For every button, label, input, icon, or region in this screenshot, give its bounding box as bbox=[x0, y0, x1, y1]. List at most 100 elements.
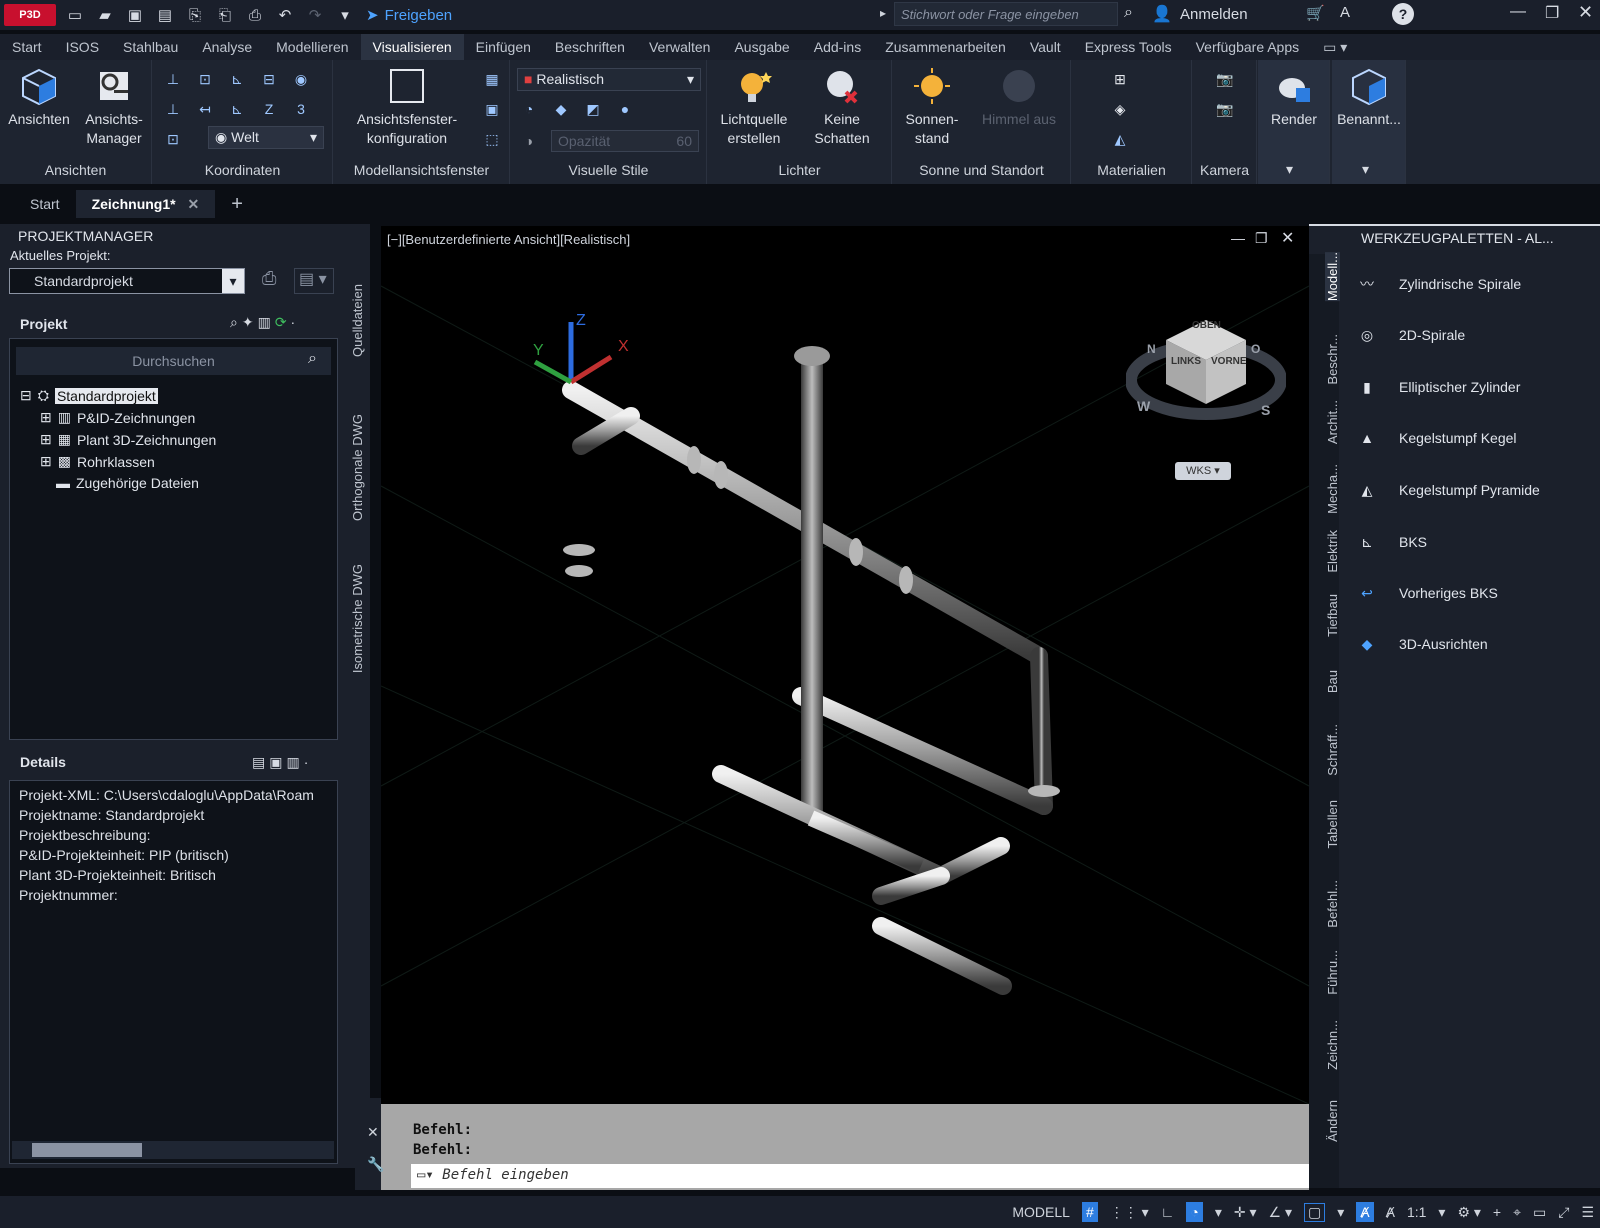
tab-express-tools[interactable]: Express Tools bbox=[1073, 34, 1184, 60]
create-light-button[interactable]: Lichtquelle erstellen bbox=[712, 66, 796, 148]
chevron-down-icon[interactable]: ▾ bbox=[222, 269, 244, 293]
palette-item-ucs[interactable]: ⊾ BKS bbox=[1349, 524, 1427, 560]
ribbon-toggle-icon[interactable]: ▭ ▾ bbox=[1311, 34, 1359, 60]
wcs-menu[interactable]: WKS ▾ bbox=[1175, 462, 1231, 480]
viewport-named-icon[interactable]: ▦ bbox=[480, 68, 504, 90]
help-icon[interactable]: ? bbox=[1392, 3, 1414, 25]
quick-properties-icon[interactable]: ▭ bbox=[1533, 1204, 1546, 1221]
snap-icon[interactable]: ⋮⋮ ▾ bbox=[1110, 1204, 1149, 1221]
refresh-icon[interactable]: ⟳ bbox=[275, 314, 287, 331]
ucs-origin-icon[interactable]: ⊡ bbox=[193, 68, 217, 90]
menu-icon[interactable]: ☰ bbox=[1581, 1204, 1594, 1221]
palette-item-cylindrical-spiral[interactable]: 〰 Zylindrische Spirale bbox=[1349, 266, 1521, 302]
palette-tab-befehl[interactable]: Befehl... bbox=[1325, 880, 1340, 928]
ucs-y-icon[interactable]: ⊾ bbox=[225, 98, 249, 120]
ucs-object-icon[interactable]: ⊡ bbox=[161, 128, 185, 150]
palette-tab-tabellen[interactable]: Tabellen bbox=[1325, 800, 1340, 848]
wrench-icon[interactable]: 🔧 bbox=[367, 1156, 384, 1173]
undo-icon[interactable]: ↶ bbox=[274, 4, 296, 26]
compass-n-label[interactable]: N bbox=[1147, 342, 1156, 356]
ucs-3-icon[interactable]: 3 bbox=[289, 98, 313, 120]
tree-item-files[interactable]: ▬ Zugehörige Dateien bbox=[56, 475, 199, 491]
view-manager-button[interactable]: Ansichts- Manager bbox=[80, 66, 148, 148]
tab-analyse[interactable]: Analyse bbox=[190, 34, 264, 60]
palette-item-3d-align[interactable]: ◆ 3D-Ausrichten bbox=[1349, 626, 1488, 662]
export-icon[interactable]: ▥ bbox=[286, 754, 299, 771]
ucs-previous-icon[interactable]: ↤ bbox=[193, 98, 217, 120]
more-icon[interactable]: · bbox=[291, 314, 296, 331]
palette-item-elliptic-cylinder[interactable]: ▮ Elliptischer Zylinder bbox=[1349, 369, 1520, 405]
chevron-right-icon[interactable]: ▸ bbox=[880, 6, 886, 20]
osnap-track-icon[interactable]: ✛ ▾ bbox=[1234, 1204, 1257, 1221]
osnap-menu-icon[interactable]: ▾ bbox=[1337, 1204, 1344, 1221]
redo-icon[interactable]: ↷ bbox=[304, 4, 326, 26]
tab-einfuegen[interactable]: Einfügen bbox=[464, 34, 543, 60]
tab-start-doc[interactable]: Start bbox=[14, 190, 76, 218]
camera-icon[interactable]: 📷 bbox=[1213, 98, 1237, 120]
isolate-icon[interactable]: ⌖ bbox=[1513, 1204, 1521, 1221]
branch-pipe[interactable] bbox=[566, 407, 640, 631]
palette-tab-elektrik[interactable]: Elektrik bbox=[1325, 530, 1340, 573]
fullscreen-icon[interactable]: ⤢ bbox=[1558, 1204, 1569, 1221]
no-shadows-button[interactable]: Keine Schatten bbox=[804, 66, 880, 148]
compass-s-label[interactable]: S bbox=[1261, 402, 1270, 418]
tab-zusammenarbeiten[interactable]: Zusammenarbeiten bbox=[873, 34, 1018, 60]
expand-icon[interactable]: ⊞ bbox=[40, 431, 52, 448]
palette-item-2d-spiral[interactable]: ◎ 2D-Spirale bbox=[1349, 317, 1465, 353]
close-tab-icon[interactable]: ✕ bbox=[187, 196, 199, 212]
tab-drawing[interactable]: Zeichnung1* ✕ bbox=[75, 190, 216, 218]
preview-icon[interactable]: ▣ bbox=[269, 754, 282, 771]
tab-ausgabe[interactable]: Ausgabe bbox=[722, 34, 801, 60]
scrollbar-thumb[interactable] bbox=[32, 1143, 142, 1157]
ucs-world-icon[interactable]: ◉ bbox=[289, 68, 313, 90]
expand-icon[interactable]: ⊞ bbox=[40, 409, 52, 426]
palette-tab-mecha[interactable]: Mecha... bbox=[1325, 464, 1340, 514]
ucs-world-dropdown[interactable]: ◉ Welt ▾ bbox=[208, 126, 324, 149]
tab-iso-dwg[interactable]: Isometrische DWG bbox=[350, 564, 365, 673]
named-views-button[interactable]: Benannt... bbox=[1334, 66, 1404, 129]
palette-tab-modell[interactable]: Modell... bbox=[1325, 252, 1340, 302]
grid-icon[interactable]: # bbox=[1081, 1202, 1098, 1222]
tab-addins[interactable]: Add-ins bbox=[802, 34, 873, 60]
workspace-gear-icon[interactable]: ⚙ ▾ bbox=[1457, 1204, 1480, 1221]
palette-tab-tiefbau[interactable]: Tiefbau bbox=[1325, 594, 1340, 637]
sphere-icon[interactable]: ● bbox=[613, 98, 637, 120]
export-icon[interactable]: ⎗ bbox=[214, 4, 236, 26]
tab-beschriften[interactable]: Beschriften bbox=[543, 34, 637, 60]
help-search-input[interactable]: Stichwort oder Frage eingeben bbox=[894, 2, 1118, 26]
doc-icon[interactable]: ▤ bbox=[252, 754, 265, 771]
palette-tab-aendern[interactable]: Ändern bbox=[1325, 1100, 1340, 1142]
new-project-icon[interactable]: ✦ bbox=[242, 314, 254, 331]
compass-o-label[interactable]: O bbox=[1251, 342, 1260, 356]
plus-icon[interactable]: + bbox=[1493, 1204, 1501, 1220]
ucs-x-icon[interactable]: ⊾ bbox=[225, 68, 249, 90]
material-editor-icon[interactable]: ◈ bbox=[1108, 98, 1132, 120]
ortho-icon[interactable]: ∟ bbox=[1161, 1204, 1175, 1220]
open-icon[interactable]: ▰ bbox=[94, 4, 116, 26]
tab-apps[interactable]: Verfügbare Apps bbox=[1184, 34, 1312, 60]
restore-icon[interactable]: ❐ bbox=[1545, 3, 1559, 23]
tab-vault[interactable]: Vault bbox=[1018, 34, 1073, 60]
viewport-restore-icon[interactable]: ⬚ bbox=[480, 128, 504, 150]
visual-style-dropdown[interactable]: ■ Realistisch ▾ bbox=[517, 68, 701, 91]
save-icon[interactable]: ▣ bbox=[124, 4, 146, 26]
viewcube-left-label[interactable]: LINKS bbox=[1171, 356, 1201, 367]
more-icon[interactable]: · bbox=[304, 754, 309, 771]
current-project-select[interactable]: Standardprojekt bbox=[9, 268, 245, 294]
tab-source-files[interactable]: Quelldateien bbox=[350, 284, 365, 357]
opacity-slider[interactable]: Opazität 60 bbox=[551, 130, 699, 152]
autodesk-icon[interactable]: A bbox=[1340, 4, 1350, 21]
model-space-button[interactable]: MODELL bbox=[1012, 1204, 1070, 1220]
ucs-z-icon[interactable]: Z bbox=[257, 98, 281, 120]
viewport-join-icon[interactable]: ▣ bbox=[480, 98, 504, 120]
palette-item-frustum-pyramid[interactable]: ◭ Kegelstumpf Pyramide bbox=[1349, 472, 1540, 508]
material-mapping-icon[interactable]: ◭ bbox=[1108, 128, 1132, 150]
collapse-icon[interactable]: ⊟ bbox=[20, 387, 32, 404]
ucs-view-icon[interactable]: ⊟ bbox=[257, 68, 281, 90]
tab-verwalten[interactable]: Verwalten bbox=[637, 34, 722, 60]
new-icon[interactable]: ▭ bbox=[64, 4, 86, 26]
lower-loop[interactable] bbox=[712, 765, 1012, 995]
chevron-down-icon[interactable]: ▾ bbox=[1286, 161, 1293, 178]
customize-icon[interactable]: ▾ bbox=[334, 4, 356, 26]
tree-item-pid[interactable]: ⊞ ▥ P&ID-Zeichnungen bbox=[40, 409, 195, 426]
